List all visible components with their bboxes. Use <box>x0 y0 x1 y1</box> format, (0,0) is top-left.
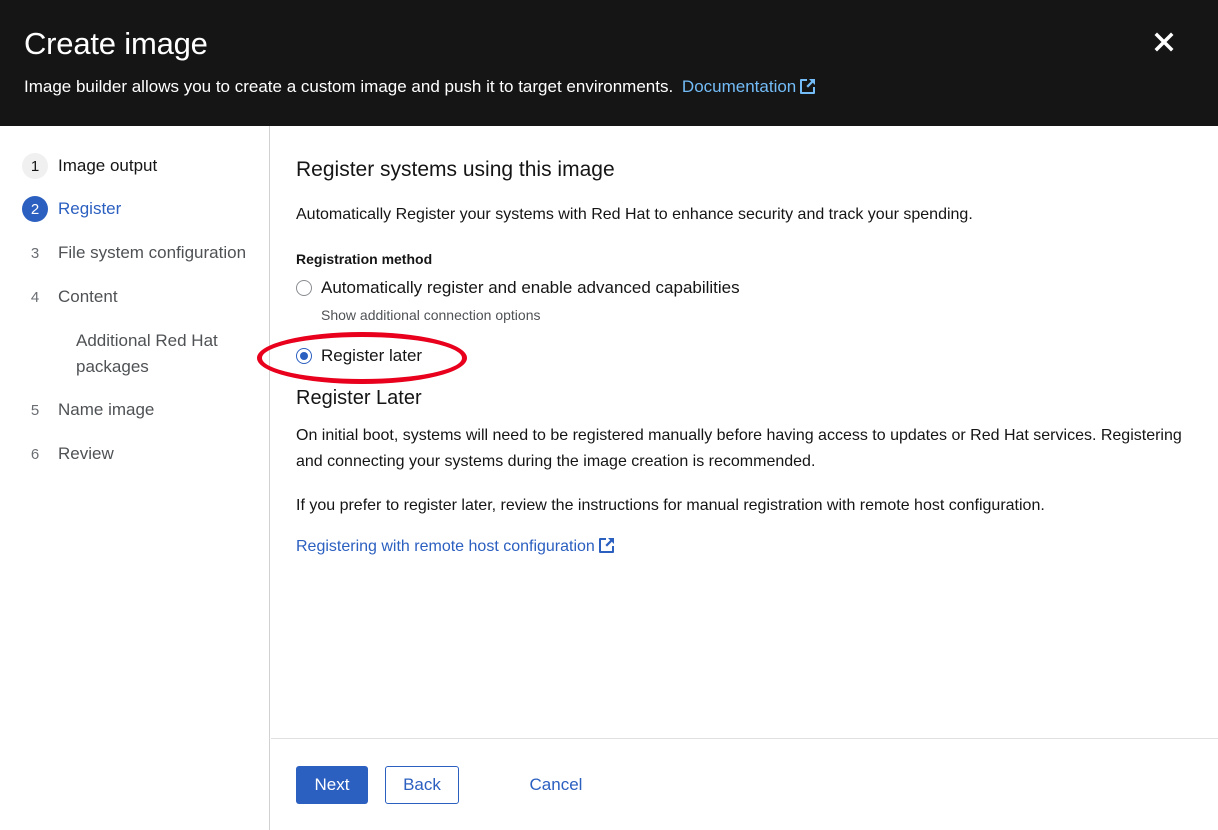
radio-register-later-label: Register later <box>321 346 423 365</box>
nav-item-name-image[interactable]: 5 Name image <box>22 397 155 423</box>
nav-item-register[interactable]: 2 Register <box>22 196 121 222</box>
wizard-title: Create image <box>24 26 208 61</box>
external-link-icon <box>800 79 816 94</box>
registration-method-label: Registration method <box>296 251 433 267</box>
register-later-title: Register Later <box>296 387 422 409</box>
step-number: 4 <box>30 288 40 306</box>
nav-item-file-system-configuration[interactable]: 3 File system configuration <box>22 240 246 266</box>
nav-item-label: Review <box>58 444 114 463</box>
radio-auto-register[interactable] <box>296 280 312 296</box>
nav-subitem-additional-packages[interactable]: Additional Red Hat packages <box>76 328 246 380</box>
wizard-description: Image builder allows you to create a cus… <box>24 77 816 97</box>
step-number: 3 <box>30 244 40 262</box>
nav-item-image-output[interactable]: 1 Image output <box>22 153 157 179</box>
intro-text: Automatically Register your systems with… <box>296 206 973 223</box>
register-later-instructions: If you prefer to register later, review … <box>296 497 1045 514</box>
radio-auto-register-label: Automatically register and enable advanc… <box>321 278 740 297</box>
wizard-description-text: Image builder allows you to create a cus… <box>24 77 674 96</box>
nav-item-review[interactable]: 6 Review <box>22 441 114 467</box>
wizard-body: Register systems using this image Automa… <box>257 126 1218 738</box>
step-number: 1 <box>22 153 48 179</box>
register-later-paragraph: On initial boot, systems will need to be… <box>296 427 1182 470</box>
external-link-icon <box>598 538 614 553</box>
next-button[interactable]: Next <box>296 766 368 804</box>
close-icon[interactable] <box>1152 30 1176 54</box>
wizard-nav: 1 Image output 2 Register 3 File system … <box>0 126 270 830</box>
nav-item-label: Content <box>58 287 118 306</box>
show-connection-options-toggle[interactable]: Show additional connection options <box>321 307 541 323</box>
step-number: 5 <box>30 401 40 419</box>
radio-register-later[interactable] <box>296 348 312 364</box>
wizard-header: Create image Image builder allows you to… <box>0 0 1218 126</box>
back-button[interactable]: Back <box>385 766 459 804</box>
nav-item-label: File system configuration <box>58 243 247 262</box>
wizard-footer: Next Back Cancel <box>271 738 1218 830</box>
nav-item-label: Register <box>58 199 122 218</box>
section-title: Register systems using this image <box>296 158 615 181</box>
step-number: 6 <box>30 445 40 463</box>
documentation-link-label: Documentation <box>681 77 797 96</box>
cancel-button[interactable]: Cancel <box>511 766 601 804</box>
remote-host-configuration-link[interactable]: Registering with remote host configurati… <box>296 537 615 556</box>
nav-item-content[interactable]: 4 Content <box>22 284 118 310</box>
nav-item-label: Name image <box>58 400 155 419</box>
documentation-link[interactable]: Documentation <box>682 77 816 96</box>
radio-option-auto-register[interactable]: Automatically register and enable advanc… <box>296 278 740 298</box>
remote-host-link-label: Registering with remote host configurati… <box>296 538 595 555</box>
radio-option-register-later[interactable]: Register later <box>296 346 422 366</box>
step-number: 2 <box>22 196 48 222</box>
nav-item-label: Image output <box>58 156 158 175</box>
